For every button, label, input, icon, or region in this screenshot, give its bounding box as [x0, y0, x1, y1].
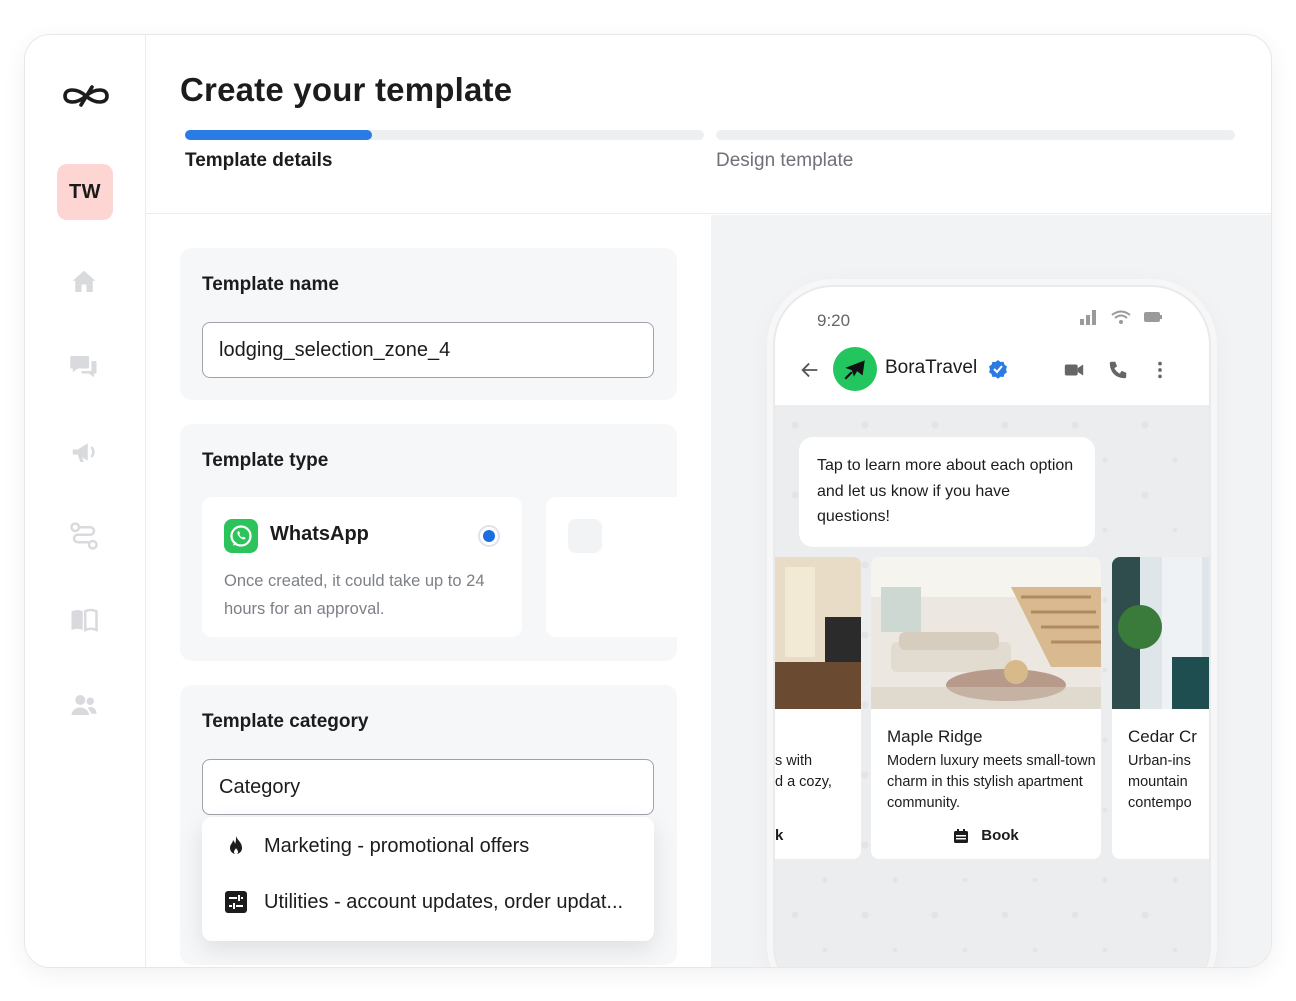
users-icon[interactable]: [69, 690, 99, 720]
placeholder-icon: [568, 519, 602, 553]
category-option-label: Utilities - account updates, order updat…: [264, 890, 624, 913]
book-button-label: Book: [981, 827, 1019, 844]
chat-area: Tap to learn more about each option and …: [775, 405, 1209, 967]
form-pane: Template name lodging_selection_zone_4 T…: [146, 215, 711, 967]
chat-icon[interactable]: [69, 351, 99, 381]
signal-icon: [1080, 310, 1096, 325]
other-type-option[interactable]: [546, 497, 677, 637]
brand-logo-icon[interactable]: [61, 83, 111, 109]
book-button[interactable]: Book: [871, 827, 1101, 844]
preview-pane: 9:20 BoraTravel Tap to learn more about …: [711, 215, 1271, 967]
carousel-card-cedar[interactable]: Cedar Cr Urban-ins mountain contempo: [1112, 557, 1209, 859]
app-window: TW Create your template Template details: [24, 34, 1272, 968]
sidebar: TW: [25, 35, 146, 967]
interior-image: [1112, 557, 1209, 709]
wifi-icon: [1111, 310, 1131, 324]
back-arrow-icon[interactable]: [799, 359, 821, 381]
category-dropdown: Marketing - promotional offers Utilities…: [202, 817, 654, 941]
video-call-icon[interactable]: [1063, 359, 1085, 381]
whatsapp-icon: [224, 519, 258, 553]
carousel-card-title: Cedar Cr: [1128, 727, 1197, 746]
radio-selected-dot: [483, 530, 495, 542]
sliders-icon: [225, 891, 247, 913]
home-icon[interactable]: [69, 267, 99, 297]
carousel-card-description: s with d a cozy,: [775, 753, 832, 790]
battery-icon: [1144, 312, 1162, 322]
step-progress-design: [716, 130, 1235, 140]
whatsapp-option-title: WhatsApp: [270, 523, 369, 545]
whatsapp-radio[interactable]: [478, 525, 500, 547]
phone-call-icon[interactable]: [1107, 359, 1129, 381]
carousel-card-description: Urban-ins mountain contempo: [1128, 753, 1192, 811]
status-time: 9:20: [817, 311, 851, 330]
hotel-room-image: [775, 557, 861, 709]
more-options-icon[interactable]: [1149, 359, 1171, 381]
page-title: Create your template: [180, 71, 513, 108]
template-category-label: Template category: [202, 711, 369, 732]
category-option-label: Marketing - promotional offers: [264, 834, 530, 857]
user-avatar[interactable]: TW: [57, 164, 113, 220]
book-icon[interactable]: [69, 605, 99, 635]
airplane-icon: [844, 360, 865, 380]
step-progress-fill: [185, 130, 372, 140]
megaphone-icon[interactable]: [69, 437, 99, 467]
contact-avatar[interactable]: [833, 347, 877, 391]
carousel-card-description: Modern luxury meets small-town charm in …: [887, 753, 1096, 811]
step-design-template[interactable]: Design template: [716, 150, 853, 172]
contact-name: BoraTravel: [885, 357, 978, 378]
verified-badge-icon: [989, 360, 1007, 379]
category-select[interactable]: Category: [202, 759, 654, 815]
carousel-card[interactable]: s with d a cozy, k: [775, 557, 861, 859]
template-type-card: Template type WhatsApp Once created, it …: [180, 424, 677, 661]
template-name-label: Template name: [202, 274, 339, 295]
template-name-card: Template name lodging_selection_zone_4: [180, 248, 677, 400]
calendar-icon: [954, 828, 969, 843]
flame-icon: [230, 836, 242, 854]
category-option-utilities[interactable]: Utilities - account updates, order updat…: [224, 887, 623, 917]
chat-header: BoraTravel: [775, 345, 1209, 401]
carousel-card-maple-ridge[interactable]: Maple Ridge Modern luxury meets small-to…: [871, 557, 1101, 859]
carousel-card-button[interactable]: k: [775, 827, 861, 844]
phone-preview: 9:20 BoraTravel Tap to learn more about …: [773, 285, 1211, 967]
template-type-label: Template type: [202, 450, 329, 471]
message-bubble: Tap to learn more about each option and …: [799, 437, 1095, 547]
step-progress-details: [185, 130, 704, 140]
step-template-details[interactable]: Template details: [185, 150, 332, 172]
flow-icon[interactable]: [69, 521, 99, 551]
whatsapp-option[interactable]: WhatsApp Once created, it could take up …: [202, 497, 522, 637]
whatsapp-option-description: Once created, it could take up to 24 hou…: [224, 572, 485, 618]
template-category-card: Template category Category Marketing - p…: [180, 685, 677, 965]
page-header: Create your template Template details De…: [146, 35, 1271, 214]
status-bar-icons: [1079, 309, 1163, 325]
apartment-image: [871, 557, 1101, 709]
carousel-card-title: Maple Ridge: [887, 727, 983, 746]
template-name-input[interactable]: lodging_selection_zone_4: [202, 322, 654, 378]
category-option-marketing[interactable]: Marketing - promotional offers: [224, 831, 529, 861]
